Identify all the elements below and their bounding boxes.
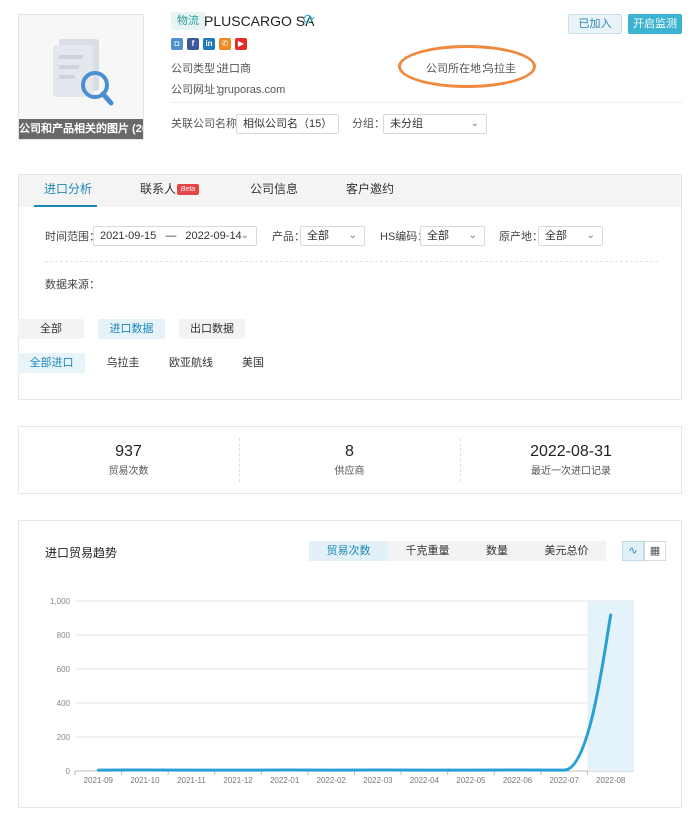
date-range-picker[interactable]: 2021-09-15 — 2022-09-14 ⌄: [93, 226, 257, 246]
metric-usd-total[interactable]: 美元总价: [527, 541, 606, 561]
table-icon[interactable]: ▦: [644, 541, 666, 561]
document-search-icon: [53, 39, 114, 106]
phone-icon[interactable]: ✆: [219, 38, 231, 50]
x-tick-label: 2022-08: [596, 776, 626, 785]
highlight-band: [587, 601, 634, 771]
similar-companies-button[interactable]: 相似公司名（15）: [236, 114, 340, 134]
line-chart-icon[interactable]: ∿: [622, 541, 644, 561]
company-type-value: 进口商: [218, 63, 251, 75]
data-type-export-button[interactable]: 出口数据: [179, 319, 245, 339]
origin-value: 全部: [545, 230, 567, 242]
trade-count-value: 937: [115, 443, 142, 460]
header-divider: [171, 102, 682, 103]
product-value: 全部: [307, 230, 329, 242]
chart-section-title: 进口贸易趋势: [45, 546, 118, 560]
date-separator: —: [165, 230, 177, 242]
beta-badge: Beta: [177, 184, 199, 195]
sub-tab-eurasia-route[interactable]: 欧亚航线: [164, 353, 218, 373]
sub-tab-uruguay[interactable]: 乌拉圭: [96, 353, 150, 373]
x-tick-label: 2022-04: [410, 776, 440, 785]
thumbnail-caption: 公司和产品相关的图片 (20): [19, 119, 143, 139]
group-label: 分组：: [352, 118, 385, 130]
group-select[interactable]: 未分组 ⌄: [383, 114, 487, 134]
origin-label: 原产地：: [499, 231, 543, 243]
tab-import-analysis[interactable]: 进口分析: [44, 182, 92, 196]
chevron-down-icon: ⌄: [468, 230, 477, 241]
youtube-icon[interactable]: ▶: [235, 38, 247, 50]
sub-tab-all-import[interactable]: 全部进口: [18, 353, 85, 373]
y-tick-label: 600: [57, 665, 71, 674]
last-import-date-label: 最近一次进口记录: [531, 466, 611, 477]
date-end: 2022-09-14: [185, 230, 242, 242]
sub-tab-usa[interactable]: 美国: [228, 353, 278, 373]
website-link[interactable]: gruporas.com: [218, 83, 285, 97]
x-tick-label: 2022-03: [363, 776, 393, 785]
date-start: 2021-09-15: [100, 230, 157, 242]
website-icon[interactable]: ◘: [171, 38, 183, 50]
refresh-icon[interactable]: ⟳: [303, 11, 319, 27]
y-tick-label: 800: [57, 631, 71, 640]
tab-customer-invite[interactable]: 客户邀约: [346, 182, 394, 196]
tab-contacts[interactable]: 联系人: [140, 182, 176, 196]
supplier-count-value: 8: [345, 443, 354, 460]
start-monitor-button[interactable]: 开启监测: [628, 14, 682, 34]
company-thumbnail[interactable]: 公司和产品相关的图片 (20): [18, 14, 144, 140]
active-tab-indicator: [34, 205, 97, 207]
x-tick-label: 2022-06: [503, 776, 533, 785]
tab-company-info[interactable]: 公司信息: [250, 182, 298, 196]
chevron-down-icon: ⌄: [470, 118, 479, 129]
metric-quantity[interactable]: 数量: [467, 541, 527, 561]
data-type-all-button[interactable]: 全部: [18, 319, 84, 339]
joined-button[interactable]: 已加入: [568, 14, 622, 34]
hs-code-select[interactable]: 全部 ⌄: [420, 226, 485, 246]
origin-select[interactable]: 全部 ⌄: [538, 226, 603, 246]
data-type-import-button[interactable]: 进口数据: [98, 319, 165, 339]
x-tick-label: 2022-05: [456, 776, 486, 785]
facebook-icon[interactable]: f: [187, 38, 199, 50]
y-tick-label: 0: [66, 767, 71, 776]
data-source-label: 数据来源：: [45, 279, 100, 291]
linkedin-icon[interactable]: in: [203, 38, 215, 50]
series-line: [96, 613, 613, 772]
x-tick-label: 2022-02: [317, 776, 347, 785]
x-tick-label: 2021-09: [84, 776, 114, 785]
industry-tag: 物流: [171, 12, 205, 30]
group-select-value: 未分组: [390, 118, 423, 130]
x-tick-label: 2021-12: [223, 776, 253, 785]
metric-trade-count[interactable]: 贸易次数: [309, 541, 388, 561]
supplier-count-label: 供应商: [334, 466, 365, 477]
chevron-down-icon: ⌄: [240, 230, 249, 241]
company-name: PLUSCARGO SA: [204, 13, 315, 29]
last-import-date-value: 2022-08-31: [530, 443, 612, 460]
y-tick-label: 400: [57, 699, 71, 708]
highlight-ellipse: [398, 45, 536, 88]
time-range-label: 时间范围：: [45, 231, 100, 243]
x-tick-label: 2021-11: [177, 776, 206, 785]
y-tick-label: 1,000: [50, 597, 71, 606]
x-tick-label: 2021-10: [130, 776, 160, 785]
chevron-down-icon: ⌄: [586, 230, 595, 241]
y-tick-label: 200: [57, 733, 71, 742]
filter-divider: [45, 261, 658, 262]
hs-code-value: 全部: [427, 230, 449, 242]
product-select[interactable]: 全部 ⌄: [300, 226, 365, 246]
x-tick-label: 2022-01: [270, 776, 300, 785]
trend-chart: 0 200 400 600 800 1,000 2021-09 2021-10 2021-11 2…: [50, 597, 634, 785]
metric-weight-kg[interactable]: 千克重量: [388, 541, 467, 561]
trade-count-label: 贸易次数: [108, 466, 149, 477]
chevron-down-icon: ⌄: [348, 230, 357, 241]
x-tick-label: 2022-07: [549, 776, 579, 785]
